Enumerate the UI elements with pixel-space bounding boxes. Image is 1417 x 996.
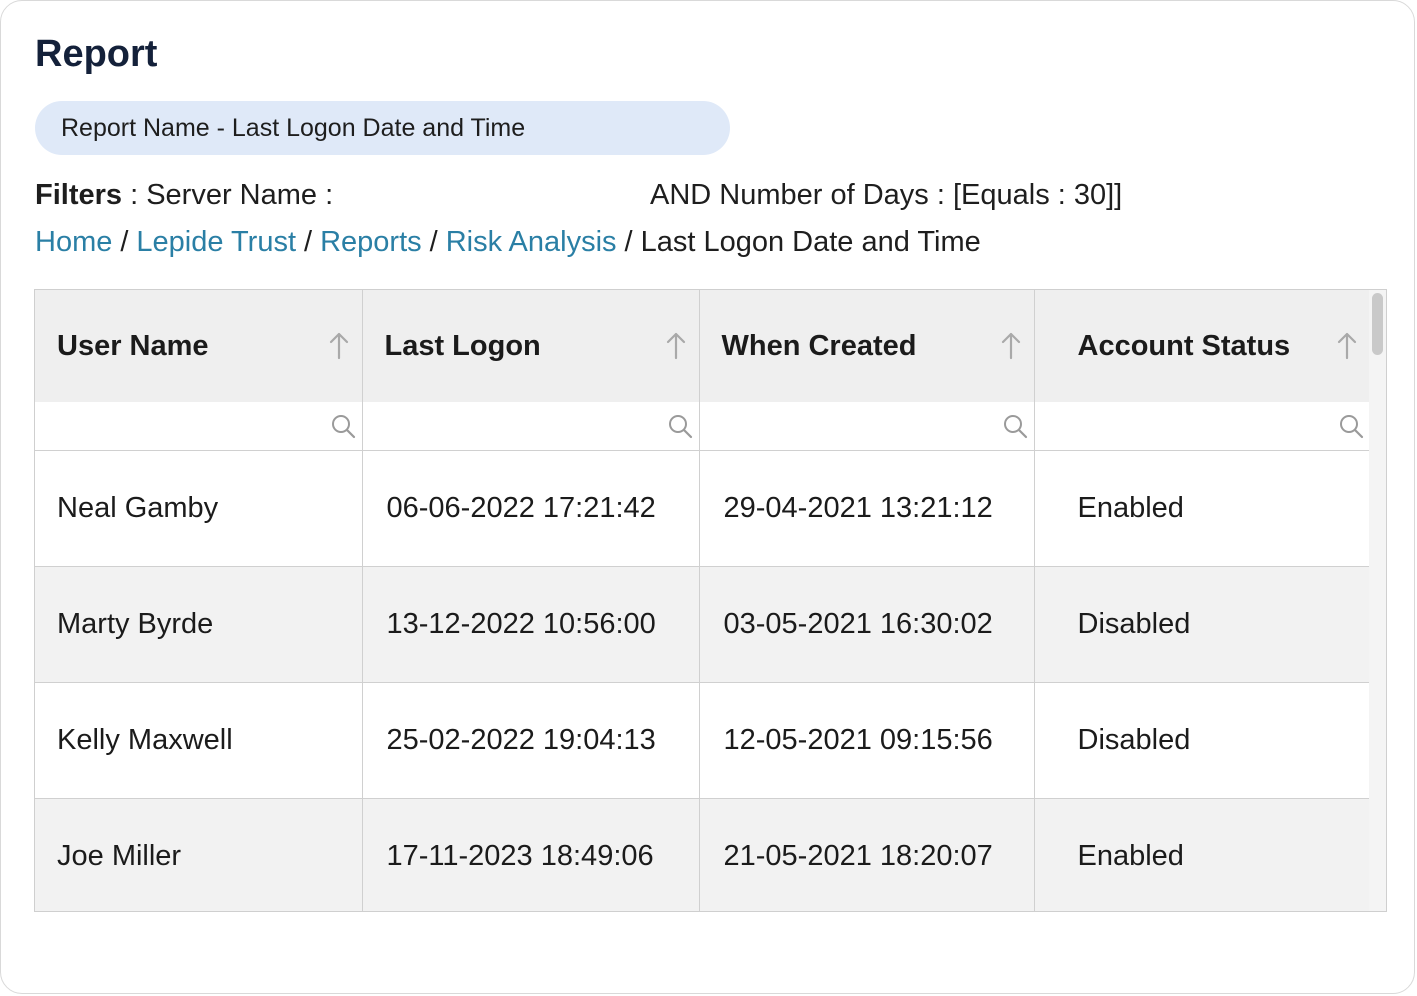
breadcrumb-home[interactable]: Home xyxy=(35,226,112,258)
column-header-when-created[interactable]: When Created xyxy=(699,290,1035,402)
column-header-account-status[interactable]: Account Status xyxy=(1034,290,1370,402)
cell-user-name: Joe Miller xyxy=(35,798,363,911)
cell-last-logon: 06-06-2022 17:21:42 xyxy=(362,450,700,567)
search-icon[interactable] xyxy=(1002,413,1028,439)
breadcrumb-reports[interactable]: Reports xyxy=(320,226,422,258)
breadcrumb: Home / Lepide Trust / Reports / Risk Analysis /… xyxy=(35,226,981,259)
search-icon[interactable] xyxy=(1338,413,1364,439)
cell-account-status: Disabled xyxy=(1034,566,1370,683)
cell-when-created: 29-04-2021 13:21:12 xyxy=(699,450,1035,567)
page-title: Report xyxy=(35,33,158,75)
search-input-user-name[interactable] xyxy=(35,402,362,450)
table-row[interactable]: Joe Miller 17-11-2023 18:49:06 21-05-202… xyxy=(35,798,1370,911)
cell-when-created: 12-05-2021 09:15:56 xyxy=(699,682,1035,799)
cell-account-status: Disabled xyxy=(1034,682,1370,799)
cell-last-logon: 17-11-2023 18:49:06 xyxy=(362,798,700,911)
cell-last-logon: 13-12-2022 10:56:00 xyxy=(362,566,700,683)
column-header-user-name[interactable]: User Name xyxy=(35,290,363,402)
sort-arrow-up-icon[interactable] xyxy=(328,330,350,360)
filter-cell-user-name xyxy=(35,402,363,451)
cell-user-name: Kelly Maxwell xyxy=(35,682,363,799)
filter-cell-account-status xyxy=(1034,402,1370,451)
sort-arrow-up-icon[interactable] xyxy=(1336,330,1358,360)
scrollbar-thumb[interactable] xyxy=(1372,293,1383,355)
cell-when-created: 03-05-2021 16:30:02 xyxy=(699,566,1035,683)
search-input-last-logon[interactable] xyxy=(362,402,699,450)
search-input-account-status[interactable] xyxy=(1034,402,1370,450)
table-row[interactable]: Marty Byrde 13-12-2022 10:56:00 03-05-20… xyxy=(35,566,1370,683)
breadcrumb-risk-analysis[interactable]: Risk Analysis xyxy=(446,226,617,258)
table-row[interactable]: Kelly Maxwell 25-02-2022 19:04:13 12-05-… xyxy=(35,682,1370,799)
cell-when-created: 21-05-2021 18:20:07 xyxy=(699,798,1035,911)
table-row[interactable]: Neal Gamby 06-06-2022 17:21:42 29-04-202… xyxy=(35,450,1370,567)
filters-line: Filters : Server Name : AND Number of Da… xyxy=(35,179,1375,212)
breadcrumb-lepide-trust[interactable]: Lepide Trust xyxy=(136,226,296,258)
filter-cell-when-created xyxy=(699,402,1035,451)
column-header-label: When Created xyxy=(721,329,917,362)
header-row: User Name Last Logon When Created Accoun… xyxy=(35,290,1370,402)
report-name-pill: Report Name - Last Logon Date and Time xyxy=(35,101,730,155)
breadcrumb-current: Last Logon Date and Time xyxy=(640,226,981,258)
cell-user-name: Marty Byrde xyxy=(35,566,363,683)
column-header-label: Last Logon xyxy=(384,329,541,362)
filter-cell-last-logon xyxy=(362,402,700,451)
search-input-when-created[interactable] xyxy=(699,402,1034,450)
breadcrumb-separator: / xyxy=(429,226,438,258)
filter-server-name: : Server Name : xyxy=(130,179,334,211)
report-table: User Name Last Logon When Created Accoun… xyxy=(35,290,1370,911)
column-header-label: Account Status xyxy=(1077,329,1291,362)
filters-label: Filters xyxy=(35,179,123,211)
breadcrumb-separator: / xyxy=(304,226,313,258)
breadcrumb-separator: / xyxy=(624,226,633,258)
report-card: Report Report Name - Last Logon Date and… xyxy=(0,0,1415,994)
column-header-label: User Name xyxy=(57,329,209,362)
cell-last-logon: 25-02-2022 19:04:13 xyxy=(362,682,700,799)
breadcrumb-separator: / xyxy=(120,226,129,258)
cell-account-status: Enabled xyxy=(1034,798,1370,911)
vertical-scrollbar[interactable] xyxy=(1369,290,1386,911)
column-header-last-logon[interactable]: Last Logon xyxy=(362,290,700,402)
column-filter-row xyxy=(35,402,1370,451)
report-grid: User Name Last Logon When Created Accoun… xyxy=(34,289,1387,912)
search-icon[interactable] xyxy=(667,413,693,439)
cell-account-status: Enabled xyxy=(1034,450,1370,567)
sort-arrow-up-icon[interactable] xyxy=(665,330,687,360)
search-icon[interactable] xyxy=(330,413,356,439)
filter-number-of-days: AND Number of Days : [Equals : 30]] xyxy=(650,179,1123,211)
cell-user-name: Neal Gamby xyxy=(35,450,363,567)
sort-arrow-up-icon[interactable] xyxy=(1000,330,1022,360)
